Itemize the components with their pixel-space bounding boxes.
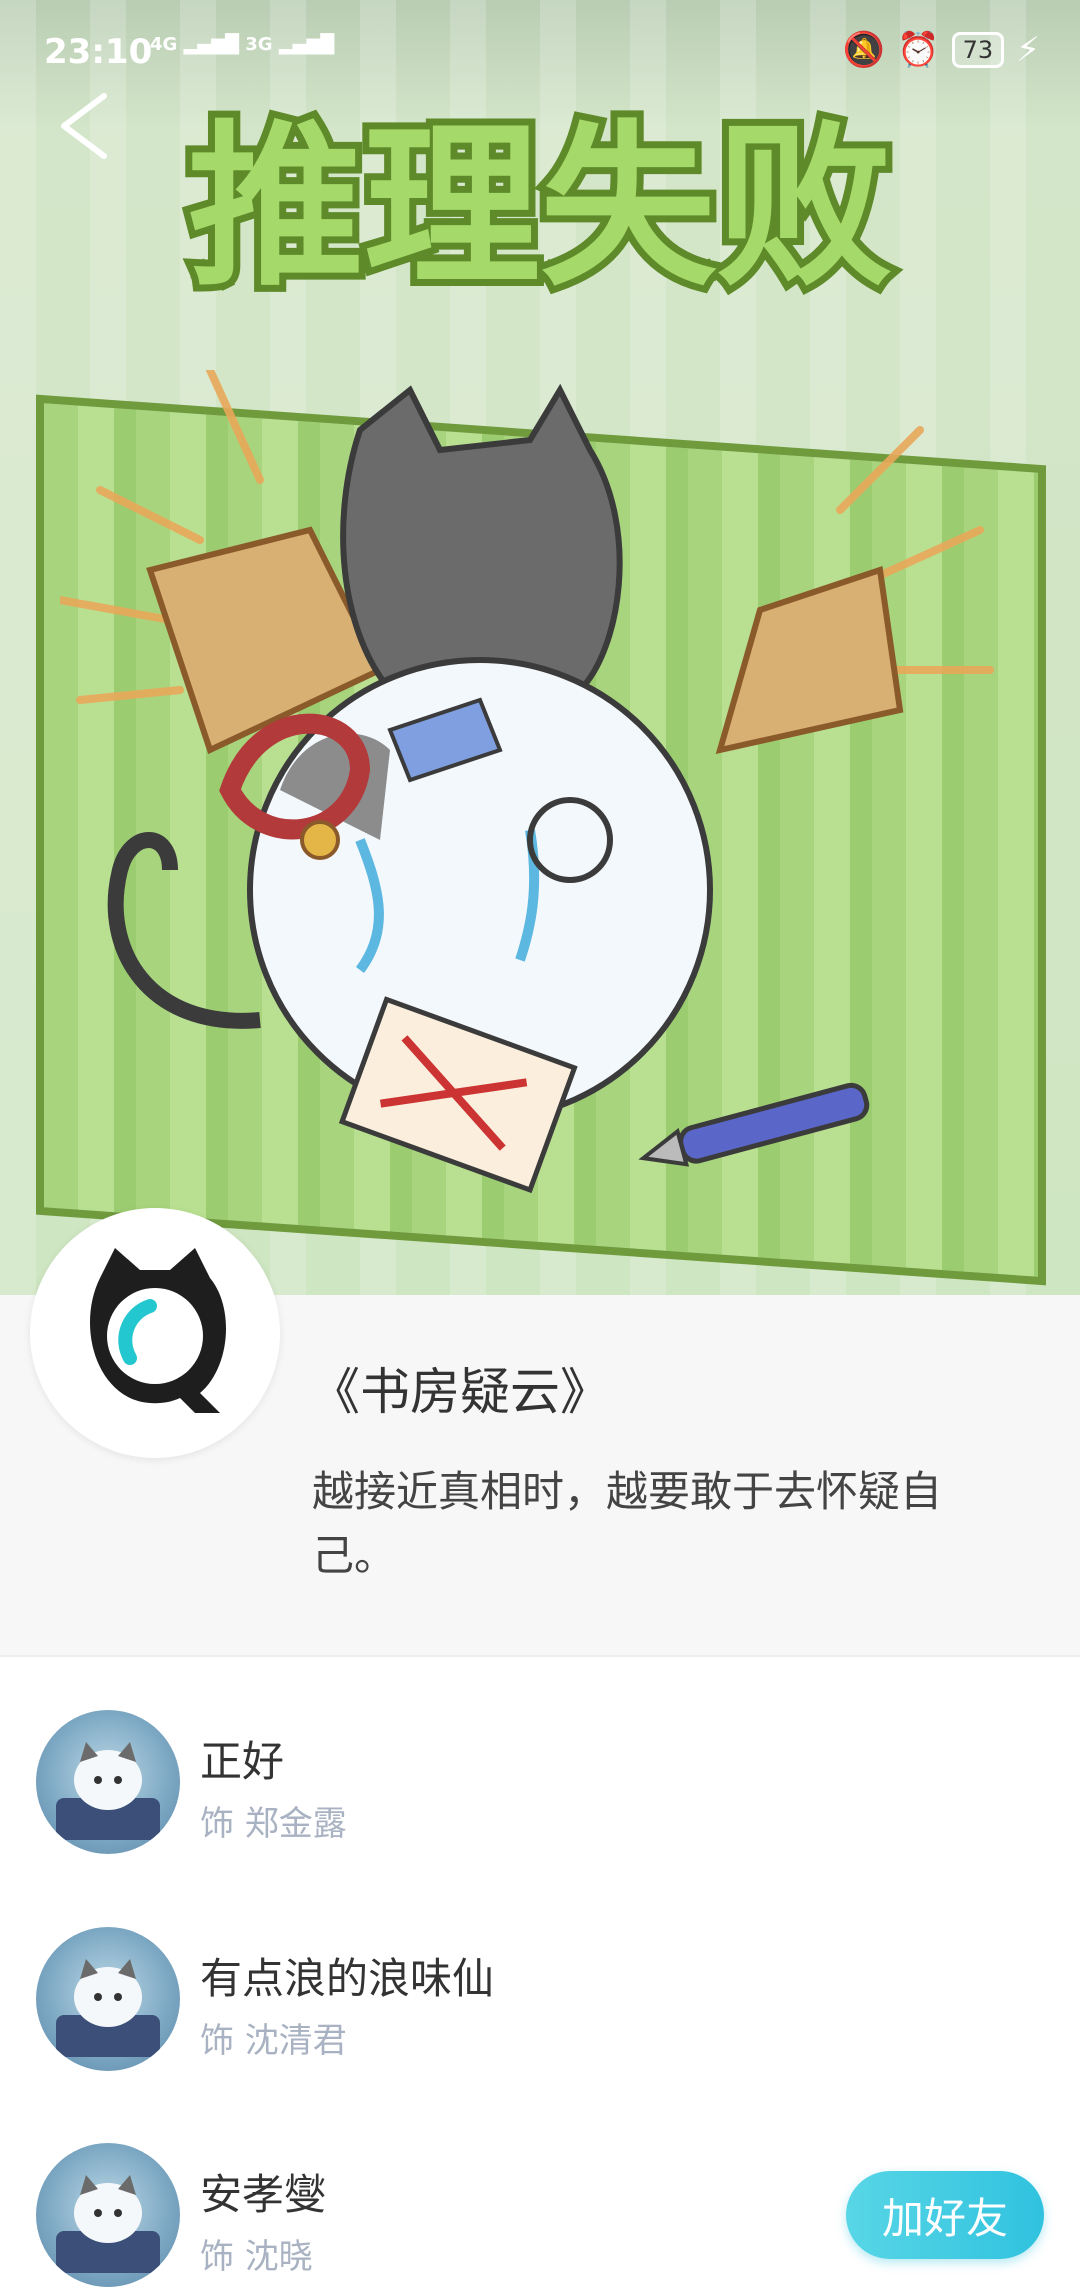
status-right-group: 🔕 ⏰ 73 ⚡ [843, 30, 1040, 70]
cat-logo-icon [90, 1248, 227, 1413]
signal-bars-1-icon: ▂▄▆█ [183, 34, 239, 55]
hero-banner: 推理失败 [0, 0, 1080, 1295]
script-description: 越接近真相时，越要敢于去怀疑自己。 [312, 1467, 943, 1580]
cat-illustration [60, 370, 994, 1194]
list-item[interactable]: 有点浪的浪味仙 饰 沈清君 [0, 1875, 1080, 2075]
banner-title-text: 推理失败 [188, 105, 892, 310]
avatar[interactable] [36, 1927, 180, 2071]
cast-role: 饰 沈晓 [200, 2237, 313, 2277]
back-button[interactable] [46, 86, 126, 166]
back-arrow-icon [61, 93, 107, 159]
network-4g: 4G [150, 34, 178, 55]
cast-nickname: 正好 [200, 1737, 285, 1786]
cast-nickname: 有点浪的浪味仙 [200, 1954, 495, 2003]
mute-icon: 🔕 [842, 30, 886, 70]
add-friend-button[interactable]: 加好友 [846, 2171, 1044, 2259]
status-time: 23:10 [44, 32, 153, 72]
status-bar: 23:10 4G ▂▄▆█ 3G ▂▄▆█ 🔕 ⏰ 73 ⚡ [0, 0, 1080, 100]
app-logo-avatar [30, 1208, 280, 1458]
cast-nickname: 安孝燮 [200, 2170, 327, 2219]
list-item[interactable]: 正好 饰 郑金露 [0, 1658, 1080, 1858]
charging-icon: ⚡ [1016, 30, 1040, 70]
cast-role: 饰 沈清君 [200, 2021, 347, 2061]
avatar[interactable] [36, 1710, 180, 1854]
cat-avatar-icon [56, 2175, 160, 2273]
avatar[interactable] [36, 2143, 180, 2287]
banner-title: 推理失败 [181, 98, 899, 317]
battery-level: 73 [951, 32, 1005, 68]
signal-bars-2-icon: ▂▄▆█ [278, 34, 335, 55]
alarm-icon: ⏰ [897, 30, 940, 70]
signal-indicators: 4G ▂▄▆█ 3G ▂▄▆█ [150, 34, 334, 55]
network-3g: 3G [245, 34, 273, 55]
cat-avatar-icon [56, 1959, 160, 2057]
cat-avatar-icon [56, 1742, 160, 1840]
script-title: 《书房疑云》 [310, 1363, 610, 1421]
cast-role: 饰 郑金露 [200, 1804, 347, 1844]
